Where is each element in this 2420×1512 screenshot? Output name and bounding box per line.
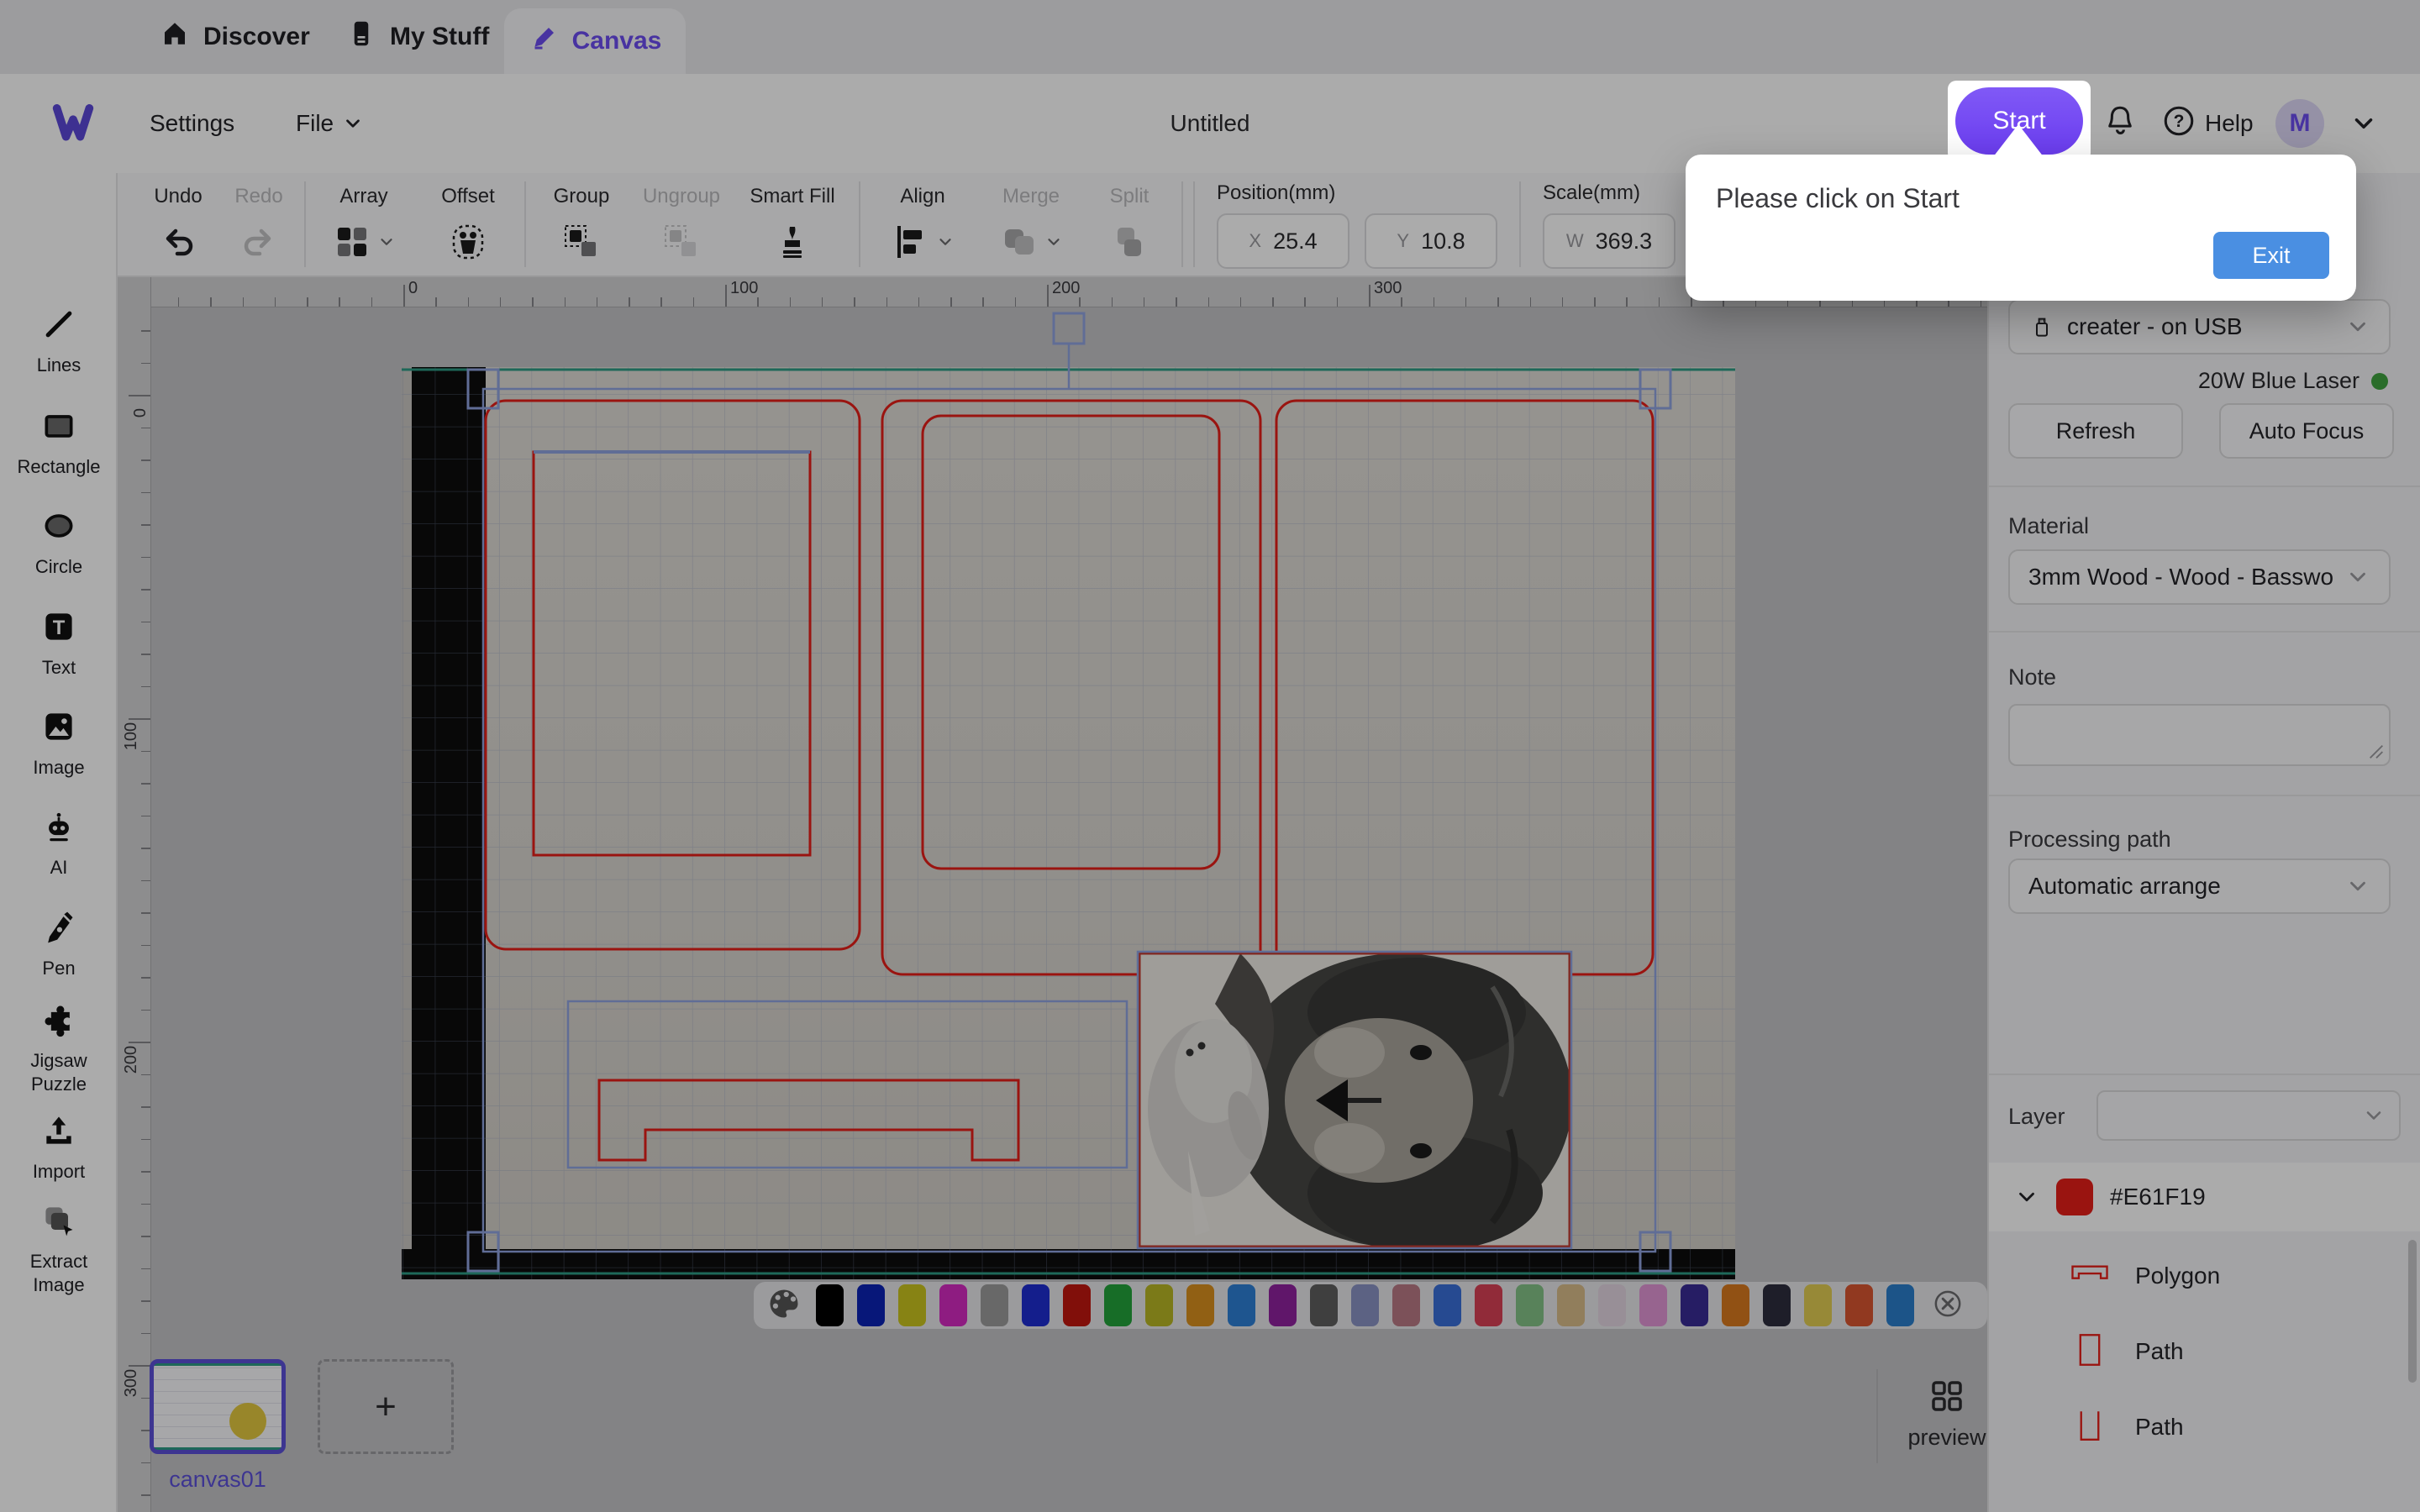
onboarding-popover: Please click on Start Exit [1686, 155, 2356, 301]
exit-button[interactable]: Exit [2213, 232, 2329, 279]
popover-message: Please click on Start [1716, 183, 1960, 214]
popover-arrow [1990, 124, 2047, 161]
